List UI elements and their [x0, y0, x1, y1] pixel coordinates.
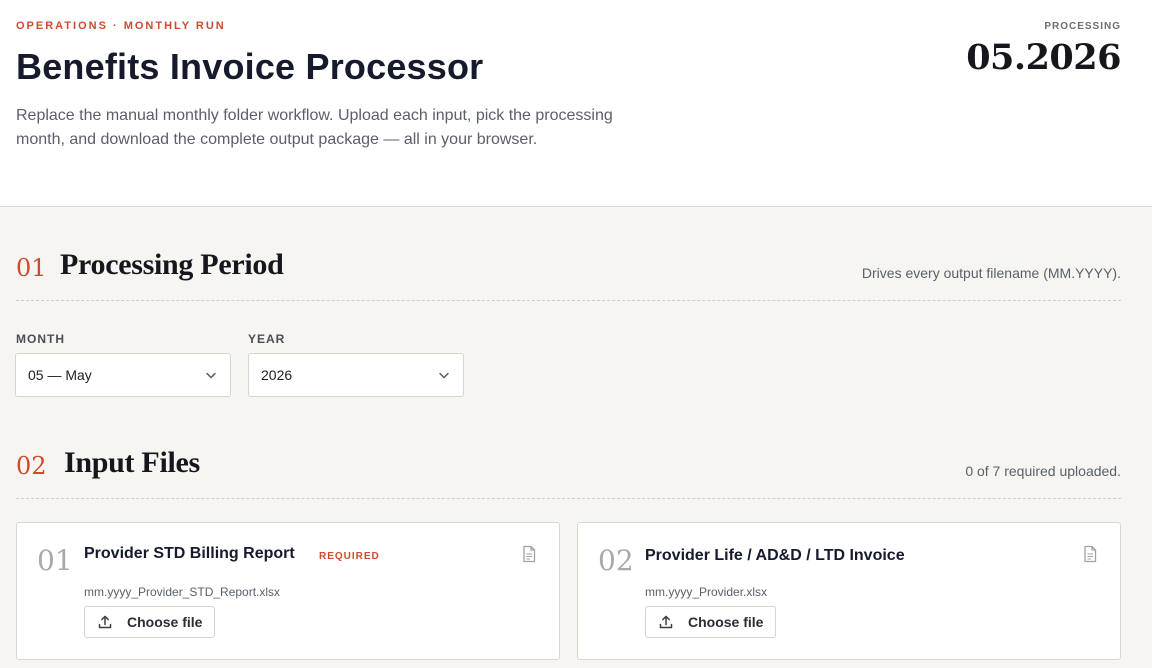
upload-icon	[98, 615, 112, 629]
card-number: 01	[37, 544, 73, 577]
document-icon	[523, 545, 536, 563]
month-label: MONTH	[16, 332, 65, 346]
expected-filename: mm.yyyy_Provider_STD_Report.xlsx	[84, 585, 281, 599]
processing-label: PROCESSING	[1044, 21, 1121, 32]
card-title: Provider Life / AD&D / LTD Invoice	[645, 547, 905, 564]
section-note: Drives every output filename (MM.YYYY).	[861, 265, 1121, 281]
document-icon	[1084, 545, 1097, 563]
card-number: 02	[598, 544, 634, 577]
section-number: 01	[16, 254, 47, 282]
input-files-section-header: 02 Input Files 0 of 7 required uploaded.	[16, 446, 1121, 499]
month-select-value: 05 — May	[28, 367, 92, 383]
section-title: Input Files	[64, 446, 200, 479]
chevron-down-icon	[437, 368, 451, 382]
choose-file-button[interactable]: Choose file	[84, 606, 216, 638]
page-description: Replace the manual monthly folder workfl…	[16, 107, 613, 148]
expected-filename: mm.yyyy_Provider.xlsx	[645, 585, 768, 599]
section-title: Processing Period	[60, 248, 284, 281]
eyebrow-label: OPERATIONS · MONTHLY RUN	[16, 20, 226, 32]
upload-icon	[659, 615, 673, 629]
file-card-std-billing: 01 Provider STD Billing Report REQUIRED …	[16, 522, 560, 660]
processing-period-section-header: 01 Processing Period Drives every output…	[16, 248, 1121, 301]
year-select[interactable]: 2026	[248, 353, 464, 397]
processing-period-value: 05.2026	[966, 37, 1121, 78]
choose-file-button[interactable]: Choose file	[645, 606, 777, 638]
required-badge: REQUIRED	[319, 551, 380, 562]
choose-file-label: Choose file	[127, 614, 203, 630]
page-header: OPERATIONS · MONTHLY RUN Benefits Invoic…	[0, 0, 1152, 207]
choose-file-label: Choose file	[688, 614, 764, 630]
chevron-down-icon	[204, 368, 218, 382]
year-label: YEAR	[248, 332, 286, 346]
year-select-value: 2026	[261, 367, 293, 383]
page-title: Benefits Invoice Processor	[16, 46, 484, 87]
card-title: Provider STD Billing Report	[84, 545, 295, 562]
page: OPERATIONS · MONTHLY RUN Benefits Invoic…	[0, 0, 1152, 668]
upload-count-note: 0 of 7 required uploaded.	[965, 463, 1121, 479]
file-card-life-add-ltd: 02 Provider Life / AD&D / LTD Invoice mm…	[577, 522, 1121, 660]
month-select[interactable]: 05 — May	[15, 353, 231, 397]
section-number: 02	[16, 452, 47, 480]
